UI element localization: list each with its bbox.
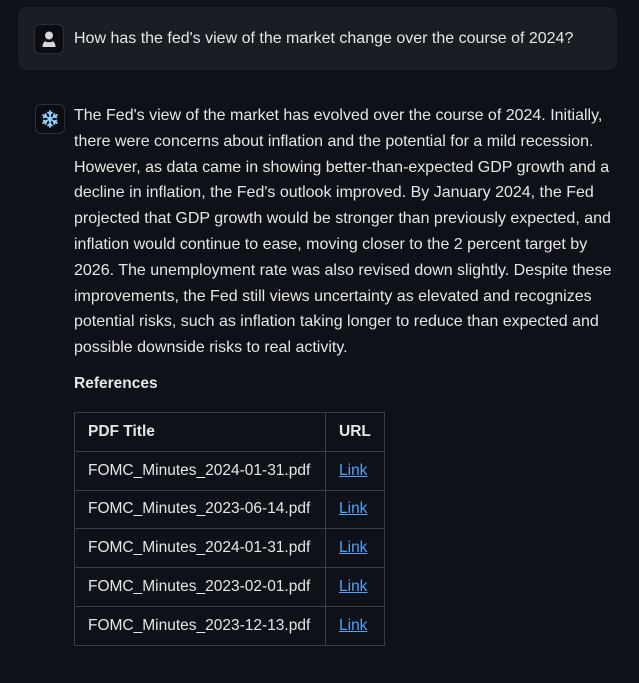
- column-header-pdf-title: PDF Title: [74, 412, 326, 452]
- url-cell: Link: [325, 528, 385, 569]
- pdf-title-cell: FOMC_Minutes_2023-02-01.pdf: [74, 567, 326, 607]
- url-cell: Link: [325, 605, 385, 646]
- table-row: FOMC_Minutes_2024-01-31.pdf Link: [74, 528, 385, 569]
- pdf-title-cell: FOMC_Minutes_2024-01-31.pdf: [74, 528, 326, 569]
- assistant-message-text: The Fed's view of the market has evolved…: [74, 107, 612, 357]
- url-cell: Link: [325, 567, 385, 607]
- chat-page: How has the fed's view of the market cha…: [0, 0, 639, 683]
- reference-link[interactable]: Link: [339, 539, 367, 556]
- reference-link[interactable]: Link: [339, 462, 367, 479]
- user-avatar-icon: [34, 24, 64, 54]
- reference-link[interactable]: Link: [339, 500, 367, 517]
- table-row: FOMC_Minutes_2023-02-01.pdf Link: [74, 567, 385, 607]
- user-message: How has the fed's view of the market cha…: [18, 7, 617, 70]
- url-cell: Link: [325, 450, 385, 491]
- pdf-title-cell: FOMC_Minutes_2024-01-31.pdf: [74, 450, 326, 491]
- references-heading: References: [74, 375, 158, 392]
- reference-link[interactable]: Link: [339, 617, 367, 634]
- table-row: FOMC_Minutes_2023-12-13.pdf Link: [74, 605, 385, 646]
- user-message-text: How has the fed's view of the market cha…: [74, 30, 574, 47]
- reference-link[interactable]: Link: [339, 578, 367, 595]
- url-cell: Link: [325, 489, 385, 530]
- column-header-url: URL: [325, 412, 385, 452]
- pdf-title-cell: FOMC_Minutes_2023-12-13.pdf: [74, 605, 326, 646]
- snowflake-icon: [35, 104, 65, 134]
- table-header-row: PDF Title URL: [74, 412, 385, 452]
- table-row: FOMC_Minutes_2023-06-14.pdf Link: [74, 489, 385, 530]
- references-table: PDF Title URL FOMC_Minutes_2024-01-31.pd…: [74, 412, 385, 646]
- table-row: FOMC_Minutes_2024-01-31.pdf Link: [74, 450, 385, 491]
- pdf-title-cell: FOMC_Minutes_2023-06-14.pdf: [74, 489, 326, 530]
